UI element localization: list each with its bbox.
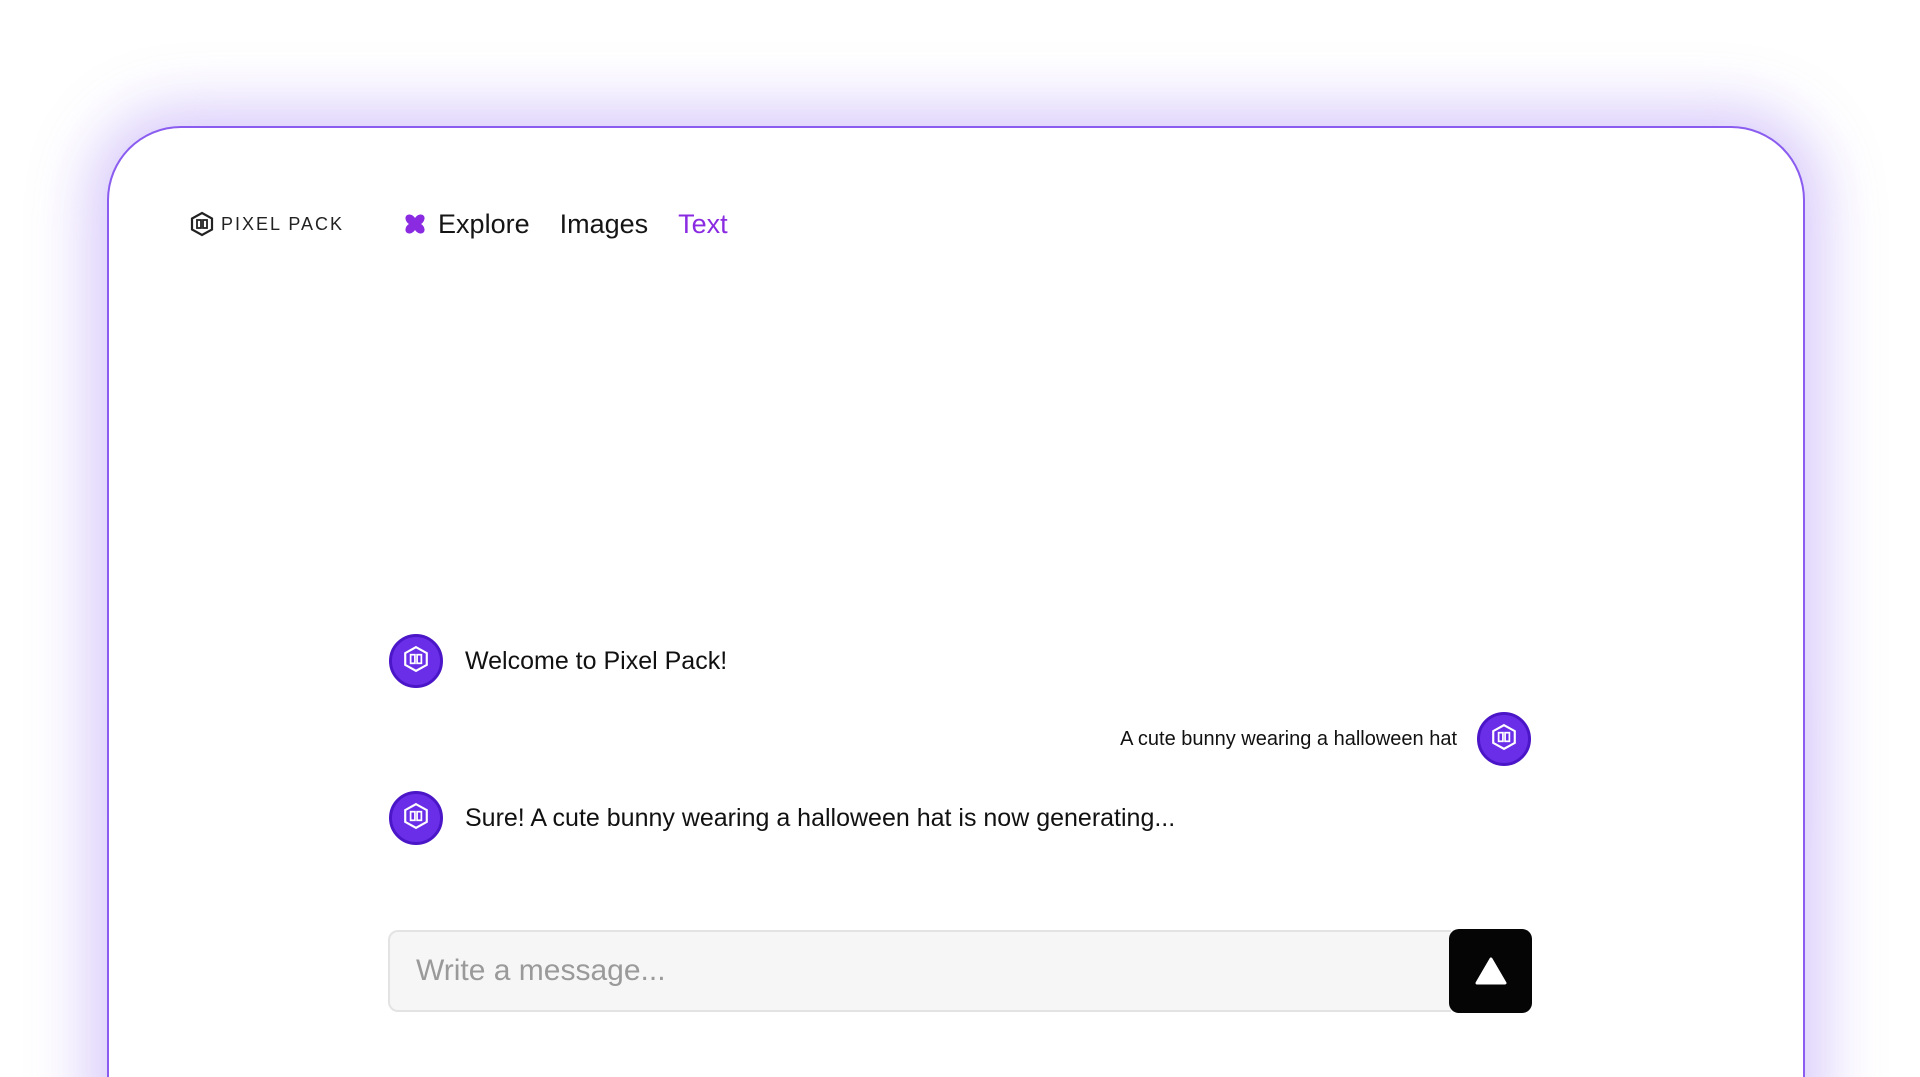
avatar bbox=[1477, 712, 1531, 766]
message-text: A cute bunny wearing a halloween hat bbox=[1120, 727, 1457, 750]
top-navigation: PIXEL PACK Explore Images Text bbox=[189, 204, 728, 244]
chat-message-assistant: Sure! A cute bunny wearing a halloween h… bbox=[389, 791, 1175, 845]
message-text: Welcome to Pixel Pack! bbox=[465, 646, 728, 675]
message-text: Sure! A cute bunny wearing a halloween h… bbox=[465, 803, 1176, 832]
brand-logo[interactable]: PIXEL PACK bbox=[189, 211, 344, 237]
send-button[interactable] bbox=[1449, 929, 1532, 1013]
nav-explore-label: Explore bbox=[438, 208, 530, 239]
avatar bbox=[389, 791, 443, 845]
brand-name: PIXEL PACK bbox=[221, 213, 345, 234]
app-window: PIXEL PACK Explore Images Text Welcome t… bbox=[107, 126, 1805, 1077]
pixel-pack-logo-icon bbox=[402, 645, 430, 678]
pixel-pack-logo-icon bbox=[402, 802, 430, 835]
chat-message-assistant: Welcome to Pixel Pack! bbox=[389, 634, 727, 688]
sparkle-icon bbox=[402, 211, 428, 237]
send-arrow-up-icon bbox=[1474, 956, 1508, 986]
message-input[interactable] bbox=[388, 930, 1451, 1012]
nav-images-label: Images bbox=[559, 208, 649, 239]
chat-message-user: A cute bunny wearing a halloween hat bbox=[1120, 712, 1531, 766]
nav-images[interactable]: Images bbox=[560, 209, 649, 240]
pixel-pack-logo-icon bbox=[189, 211, 215, 237]
message-composer bbox=[388, 929, 1534, 1014]
nav-links: Explore Images Text bbox=[402, 209, 728, 240]
pixel-pack-logo-icon bbox=[1490, 723, 1518, 756]
avatar bbox=[389, 634, 443, 688]
nav-text-label: Text bbox=[678, 208, 728, 239]
nav-text[interactable]: Text bbox=[678, 209, 728, 240]
nav-explore[interactable]: Explore bbox=[402, 209, 530, 240]
